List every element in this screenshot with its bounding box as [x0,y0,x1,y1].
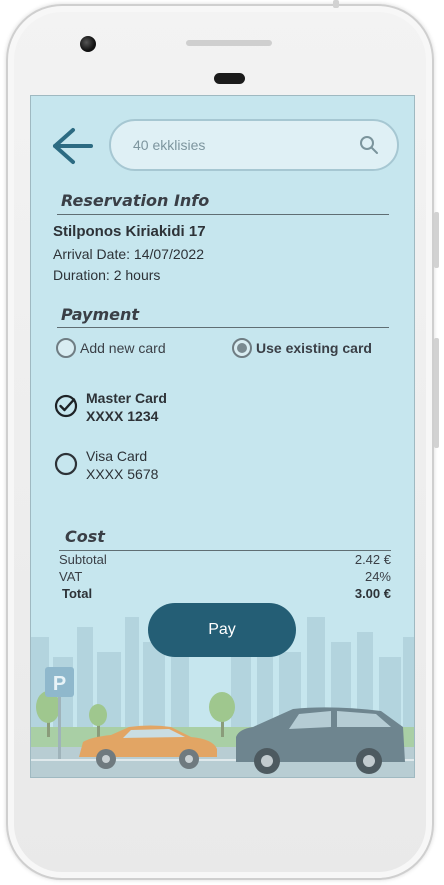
subtotal-row: Subtotal 2.42 € [59,552,391,567]
divider [57,214,389,215]
card-name: Master Card [86,390,167,406]
reservation-info-title: Reservation Info [61,191,210,210]
empty-circle-icon[interactable] [54,452,78,476]
volume-button[interactable] [434,212,439,268]
vat-value: 24% [364,569,391,584]
parking-sign-text: P [53,673,66,695]
master-card-option[interactable]: Master Card XXXX 1234 [54,389,167,425]
payment-title: Payment [61,305,139,324]
card-number: XXXX 1234 [86,408,159,424]
pay-button[interactable]: Pay [148,603,296,657]
vat-label: VAT [59,569,83,584]
top-button[interactable] [333,0,339,8]
total-label: Total [62,586,93,601]
back-arrow-icon[interactable] [51,126,93,166]
search-input[interactable] [133,137,359,153]
visa-card-option[interactable]: Visa Card XXXX 5678 [54,447,158,483]
radio-button-selected[interactable] [232,338,252,358]
vat-row: VAT 24% [59,569,391,584]
subtotal-value: 2.42 € [354,552,391,567]
arrival-date: Arrival Date: 14/07/2022 [53,246,204,262]
search-bar[interactable] [109,119,399,171]
power-button[interactable] [434,338,439,448]
cost-title: Cost [65,527,105,546]
check-circle-icon[interactable] [54,394,78,418]
front-camera [80,36,96,52]
proximity-sensor [214,73,245,84]
duration: Duration: 2 hours [53,267,161,283]
subtotal-label: Subtotal [59,552,107,567]
total-row: Total 3.00 € [59,586,391,601]
add-new-card-label: Add new card [80,340,166,356]
earpiece-speaker [186,40,272,46]
card-name: Visa Card [86,448,148,464]
app-screen: P Reservation Info Stilponos Kiriakidi 1… [30,95,415,778]
divider [57,327,389,328]
card-number: XXXX 5678 [86,466,159,482]
total-value: 3.00 € [354,586,391,601]
use-existing-card-radio[interactable]: Use existing card [232,338,372,358]
radio-button[interactable] [56,338,76,358]
reservation-address: Stilponos Kiriakidi 17 [53,223,206,240]
search-icon[interactable] [359,135,379,155]
add-new-card-radio[interactable]: Add new card [56,338,166,358]
divider [59,550,391,551]
use-existing-card-label: Use existing card [256,340,372,356]
